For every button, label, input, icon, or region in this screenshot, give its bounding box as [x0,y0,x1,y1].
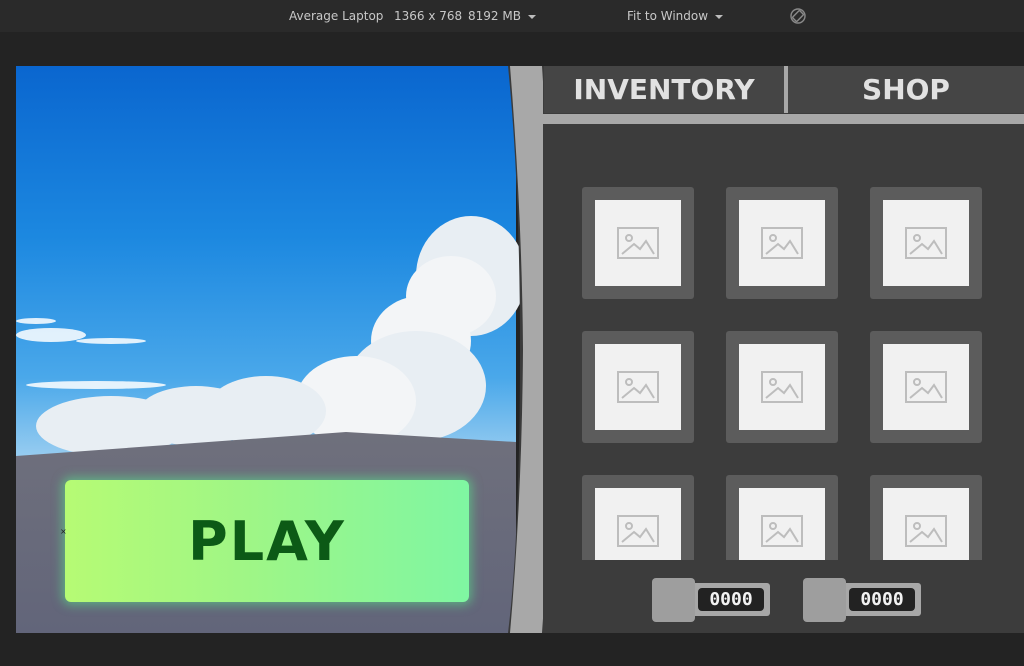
fit-label: Fit to Window [627,9,709,23]
item-slot[interactable] [726,187,838,299]
play-label: PLAY [188,509,346,573]
device-resolution: 1366 x 768 [394,9,463,23]
play-button[interactable]: PLAY [65,480,469,602]
item-slot[interactable] [582,475,694,560]
counter-value: 0000 [849,588,915,611]
image-placeholder-icon [761,515,803,547]
slot-image [595,344,681,430]
device-name: Average Laptop [289,9,384,23]
item-slot[interactable] [870,475,982,560]
slot-image [883,344,969,430]
image-placeholder-icon [617,371,659,403]
chevron-down-icon [527,14,536,19]
slot-image [883,488,969,560]
item-slot[interactable] [582,331,694,443]
item-slot[interactable] [582,187,694,299]
item-slot[interactable] [870,331,982,443]
fit-dropdown[interactable]: Fit to Window [627,9,724,23]
currency-counter: 0000 [803,578,921,622]
image-placeholder-icon [905,515,947,547]
rotate-screen-icon[interactable] [789,7,807,25]
item-slot[interactable] [726,331,838,443]
counter-value: 0000 [698,588,764,611]
slot-image [595,200,681,286]
item-slot[interactable] [870,187,982,299]
slot-image [595,488,681,560]
tab-shop-label: SHOP [862,73,950,106]
slot-image [739,488,825,560]
slot-image [883,200,969,286]
image-placeholder-icon [905,227,947,259]
image-placeholder-icon [761,371,803,403]
image-placeholder-icon [905,371,947,403]
tab-inventory[interactable]: INVENTORY [544,66,784,113]
item-grid[interactable] [543,124,1024,560]
image-placeholder-icon [617,227,659,259]
currency-icon [652,578,695,622]
currency-counter: 0000 [652,578,770,622]
memory-dropdown[interactable]: 8192 MB [468,9,536,23]
tab-shop[interactable]: SHOP [788,66,1024,113]
game-viewport: PLAY INVENTORY SHOP 0000 0000 × [16,66,1024,633]
tab-inventory-label: INVENTORY [573,73,755,106]
chevron-down-icon [715,14,724,19]
slot-image [739,344,825,430]
device-toolbar: Average Laptop 1366 x 768 8192 MB Fit to… [0,0,1024,32]
inventory-panel: INVENTORY SHOP 0000 0000 [543,66,1024,633]
memory-label: 8192 MB [468,9,521,23]
slot-image [739,200,825,286]
item-slot[interactable] [726,475,838,560]
image-placeholder-icon [761,227,803,259]
cursor-mark: × [60,527,67,536]
currency-icon [803,578,846,622]
image-placeholder-icon [617,515,659,547]
tab-underline-bar [543,114,1024,124]
